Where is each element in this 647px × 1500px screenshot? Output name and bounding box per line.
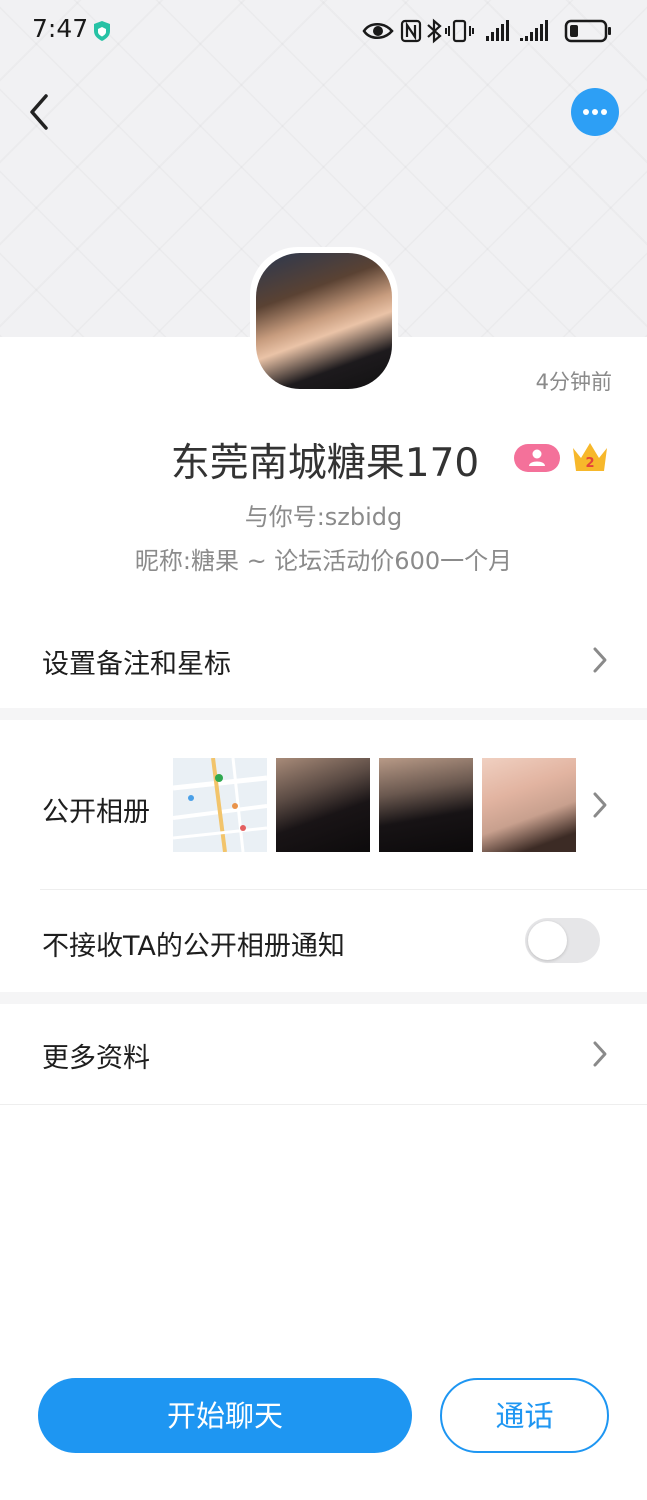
crown-badge: 2 bbox=[570, 440, 610, 474]
crown-icon: 2 bbox=[573, 443, 607, 471]
bluetooth-icon bbox=[427, 18, 442, 44]
more-dots-icon bbox=[583, 109, 607, 115]
more-info-label: 更多资料 bbox=[42, 1043, 150, 1074]
back-button[interactable] bbox=[22, 90, 58, 134]
chevron-right-icon bbox=[593, 647, 607, 673]
mute-album-notification-label: 不接收TA的公开相册通知 bbox=[42, 931, 345, 962]
chevron-right-icon bbox=[593, 1041, 607, 1067]
set-remark-label: 设置备注和星标 bbox=[42, 649, 231, 680]
signal-icon-1 bbox=[486, 20, 509, 41]
chevron-left-icon bbox=[30, 94, 48, 130]
album-thumbnail-map[interactable] bbox=[173, 758, 267, 852]
more-info-row[interactable]: 更多资料 bbox=[0, 1004, 647, 1104]
set-remark-row[interactable]: 设置备注和星标 bbox=[0, 612, 647, 708]
section-divider bbox=[0, 992, 647, 1004]
signal-icon-2 bbox=[520, 20, 548, 41]
chevron-right-icon bbox=[593, 792, 607, 818]
avatar-photo bbox=[256, 253, 392, 389]
call-button[interactable]: 通话 bbox=[440, 1378, 609, 1453]
profile-name: 东莞南城糖果170 bbox=[170, 441, 480, 486]
female-user-icon bbox=[529, 449, 545, 466]
gender-badge bbox=[514, 444, 560, 472]
album-thumbnail-photo[interactable] bbox=[276, 758, 370, 852]
album-thumbnail-photo[interactable] bbox=[379, 758, 473, 852]
account-id: 与你号:szbidg bbox=[244, 503, 403, 531]
section-divider bbox=[0, 708, 647, 720]
toggle-knob bbox=[528, 921, 567, 960]
avatar[interactable] bbox=[250, 247, 398, 395]
album-thumbnail-photo[interactable] bbox=[482, 758, 576, 852]
crown-level: 2 bbox=[585, 456, 594, 471]
nickname: 昵称:糖果 ~ 论坛活动价600一个月 bbox=[134, 547, 513, 575]
status-bar: 7:47 bbox=[0, 0, 647, 64]
eye-icon bbox=[362, 23, 394, 39]
status-icons bbox=[362, 18, 611, 44]
start-chat-button[interactable]: 开始聊天 bbox=[38, 1378, 412, 1453]
nfc-icon bbox=[400, 19, 422, 43]
mute-album-notification-toggle[interactable] bbox=[525, 918, 600, 963]
battery-icon bbox=[564, 19, 611, 43]
status-time: 7:47 bbox=[32, 14, 89, 43]
shield-icon bbox=[94, 21, 110, 41]
more-button[interactable] bbox=[571, 88, 619, 136]
last-seen-text: 4分钟前 bbox=[535, 370, 612, 394]
row-divider bbox=[0, 1104, 647, 1105]
map-icon bbox=[173, 758, 267, 852]
vibrate-icon bbox=[445, 19, 474, 43]
public-album-label: 公开相册 bbox=[42, 797, 150, 828]
